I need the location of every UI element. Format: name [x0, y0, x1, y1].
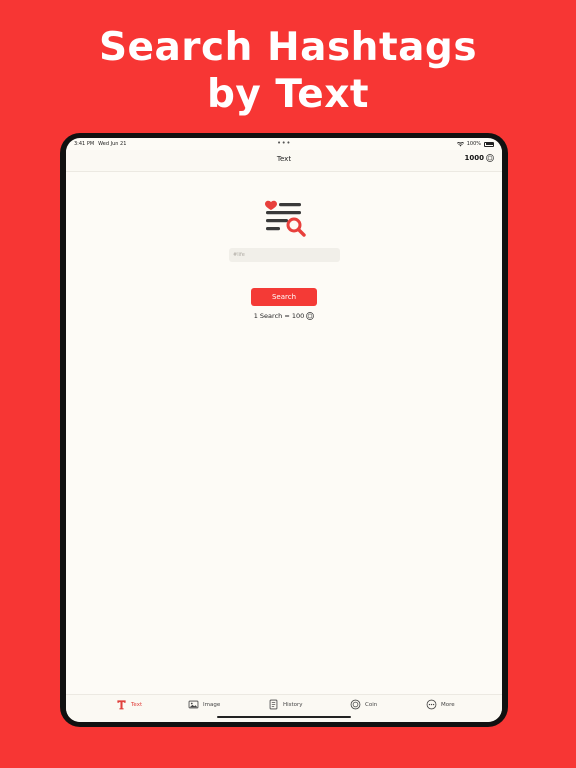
multitask-dots-icon[interactable]: ••• [277, 139, 291, 147]
tab-image[interactable]: Image [188, 699, 220, 710]
tab-history-label: History [283, 701, 303, 708]
ipad-frame: 3:41 PM Wed Jun 21 ••• 100% Text 1000 #l… [60, 133, 508, 727]
navigation-bar: Text 1000 [66, 150, 502, 172]
home-indicator[interactable] [217, 715, 351, 718]
tab-more-label: More [441, 701, 455, 708]
tab-text-label: Text [131, 701, 143, 708]
coin-icon [350, 699, 361, 710]
history-icon [269, 699, 278, 710]
more-icon [426, 699, 437, 710]
headline-line-2: by Text [206, 72, 370, 117]
tab-more[interactable]: More [426, 699, 455, 710]
hashtag-search-icon [265, 200, 306, 237]
wifi-icon [456, 141, 464, 146]
coin-balance-value: 1000 [464, 154, 484, 162]
search-cost-note: 1 Search = 100 [66, 312, 502, 320]
tab-coin-label: Coin [365, 701, 378, 708]
battery-icon [484, 141, 494, 147]
search-button[interactable]: Search [251, 288, 317, 306]
promo-headline: Search Hashtags by Text [0, 24, 576, 118]
tab-coin[interactable]: Coin [350, 699, 377, 710]
coin-balance[interactable]: 1000 [465, 154, 494, 162]
status-bar: 3:41 PM Wed Jun 21 ••• 100% [66, 138, 502, 150]
app-screen: 3:41 PM Wed Jun 21 ••• 100% Text 1000 #l… [66, 138, 502, 722]
tab-bar: Text Image History Coin More [66, 694, 502, 722]
headline-line-1: Search Hashtags [98, 25, 478, 70]
coin-icon [486, 154, 494, 162]
tab-image-label: Image [203, 701, 221, 708]
tab-history[interactable]: History [268, 699, 303, 710]
hashtag-search-input[interactable] [229, 248, 340, 262]
status-date: Wed Jun 21 [98, 141, 127, 147]
search-cost-text: 1 Search = 100 [253, 312, 305, 320]
tab-text[interactable]: Text [116, 699, 142, 710]
search-button-label: Search [271, 293, 297, 301]
page-title: Text [276, 155, 292, 163]
image-icon [188, 700, 199, 709]
text-icon [117, 700, 126, 710]
coin-icon [306, 312, 315, 320]
battery-percent: 100% [466, 141, 481, 147]
status-time: 3:41 PM [74, 141, 95, 147]
